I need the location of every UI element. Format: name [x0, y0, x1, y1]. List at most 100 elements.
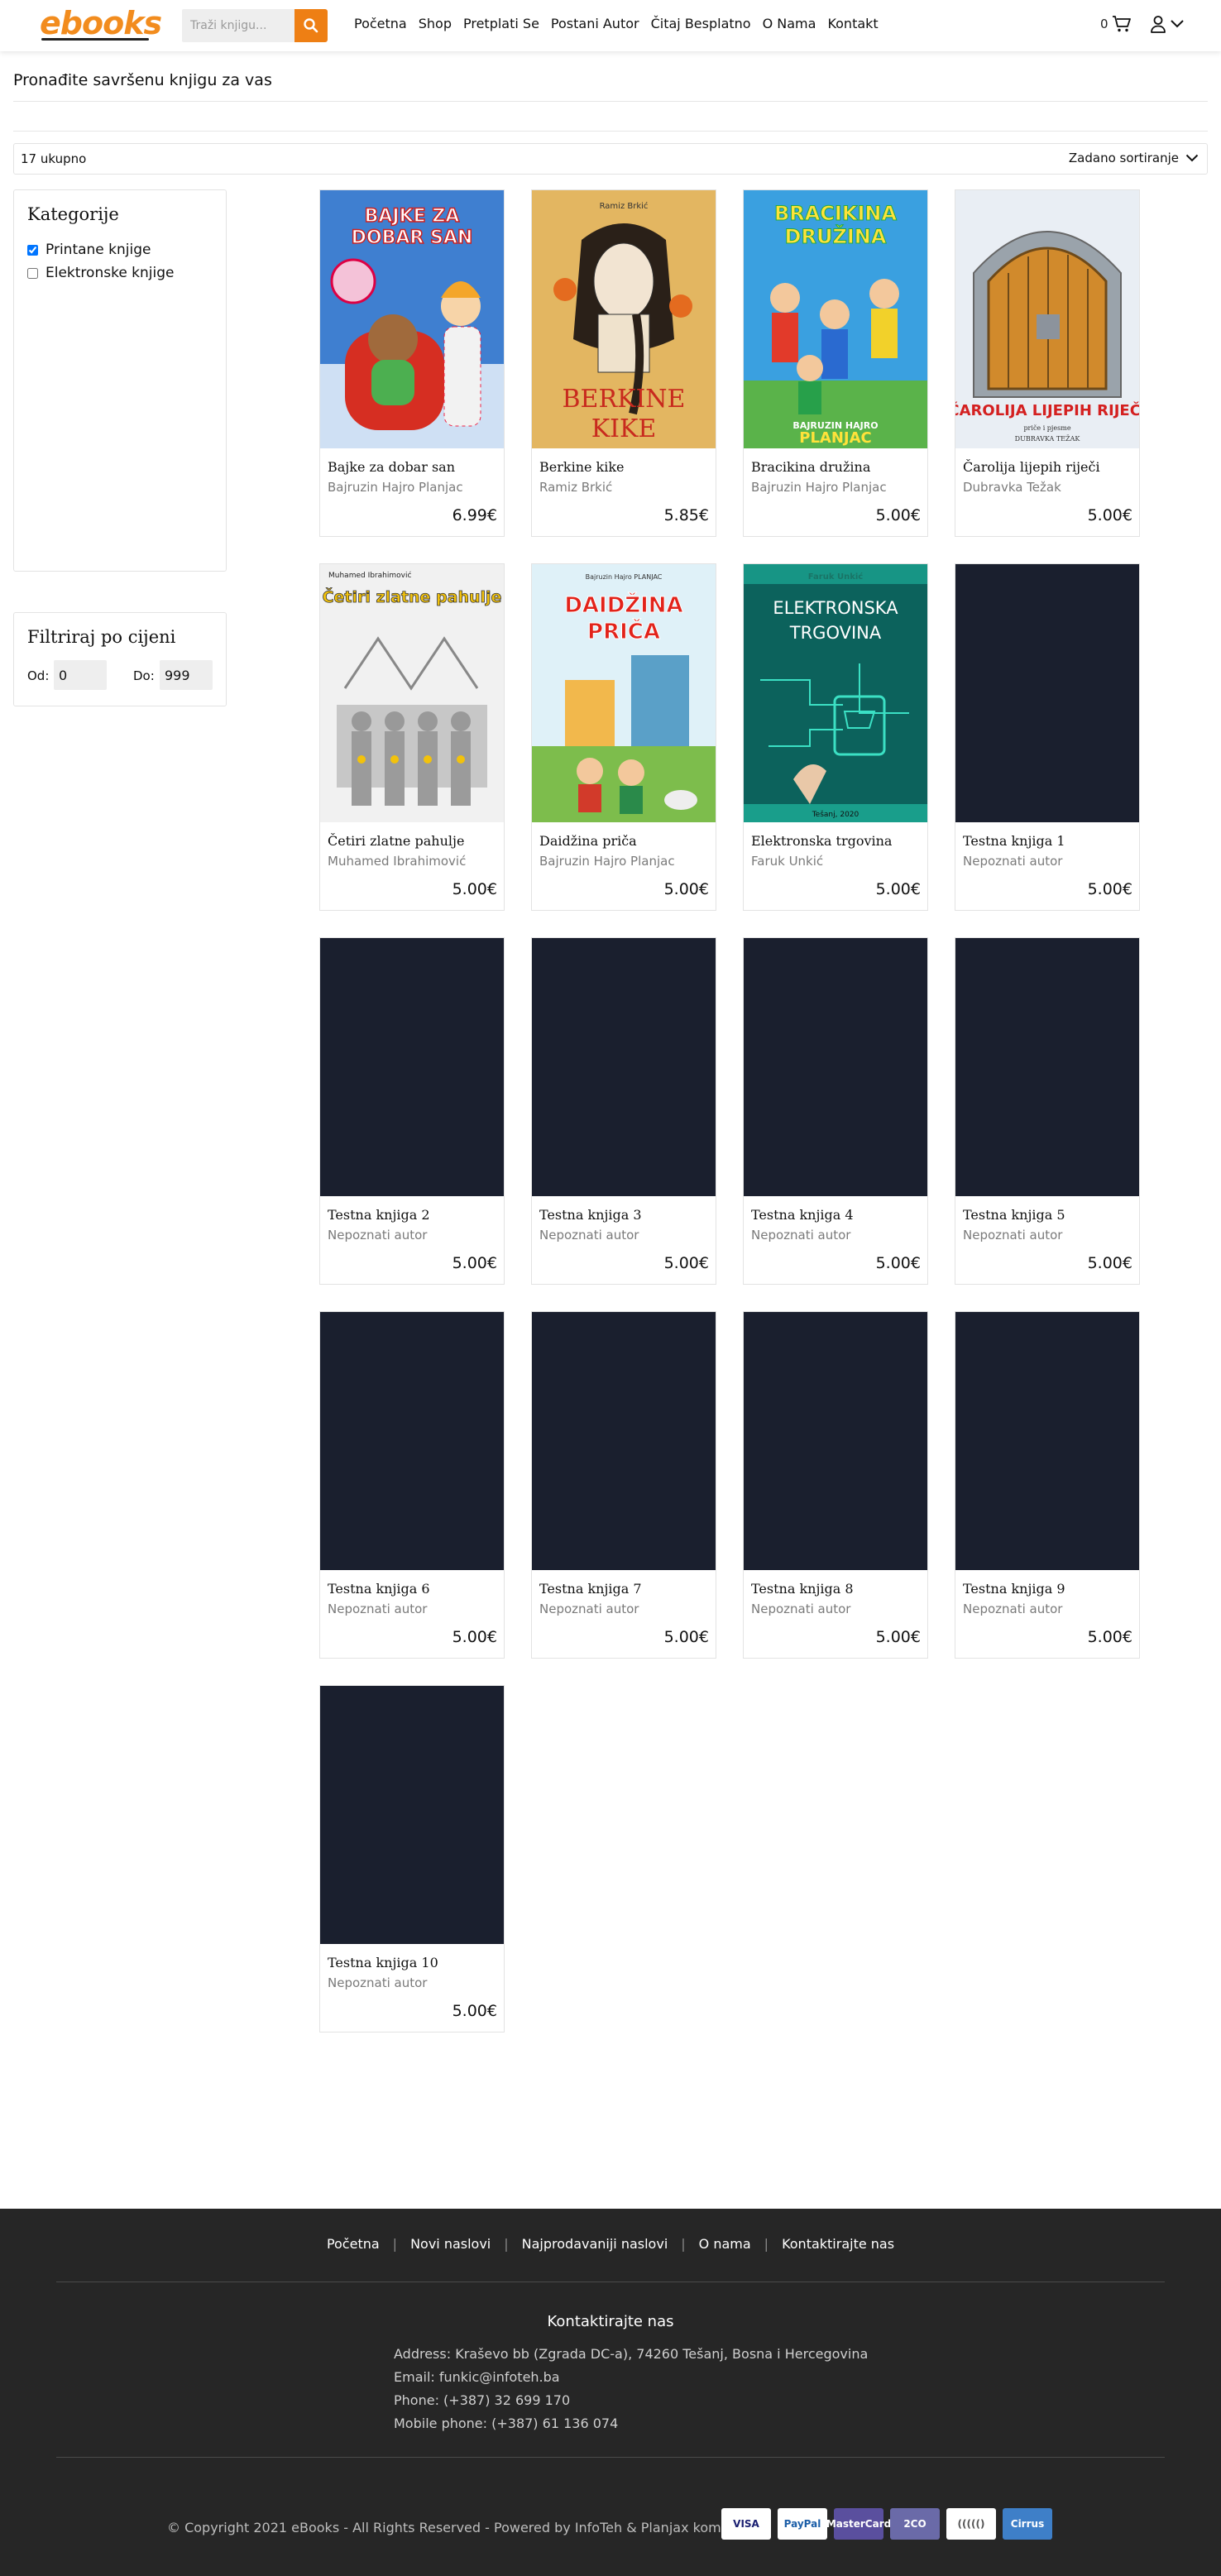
user-menu[interactable] [1150, 15, 1185, 33]
book-title[interactable]: Elektronska trgovina [751, 833, 892, 849]
logo-books: books [60, 5, 162, 41]
divider [13, 101, 1208, 102]
categories-title: Kategorije [27, 204, 119, 224]
cart-icon [1112, 16, 1131, 32]
book-title[interactable]: Čarolija lijepih riječi [963, 459, 1100, 475]
product-card[interactable]: BAJKE ZA DOBAR SAN Bajke za dobar san Baj… [319, 189, 505, 537]
footer-link-najprodavaniji[interactable]: Najprodavaniji naslovi [522, 2236, 668, 2252]
book-cover[interactable]: Faruk Unkić ELEKTRONSKA TRGOVINA Tešanj,… [744, 564, 927, 822]
price-to-label: Do: [133, 668, 155, 683]
nav-citaj-besplatno[interactable]: Čitaj Besplatno [651, 16, 751, 31]
book-price: 5.00€ [663, 880, 709, 898]
book-cover-art: BRACIKINA DRUŽINA BAJRUZIN HAJRO PLANJAC [744, 190, 927, 448]
book-title[interactable]: Testna knjiga 4 [751, 1207, 854, 1223]
book-title[interactable]: Četiri zlatne pahulje [328, 833, 464, 849]
book-price: 5.00€ [452, 2002, 497, 2020]
product-card[interactable]: Testna knjiga 2 Nepoznati autor 5.00€ [319, 937, 505, 1285]
book-cover[interactable] [320, 938, 504, 1196]
product-card[interactable]: Faruk Unkić ELEKTRONSKA TRGOVINA Tešanj,… [743, 563, 928, 911]
category-printane[interactable]: Printane knjige [27, 242, 151, 258]
book-cover[interactable]: Ramiz Brkić BERKINE KIKE [532, 190, 716, 448]
product-card[interactable]: Testna knjiga 5 Nepoznati autor 5.00€ [955, 937, 1140, 1285]
product-card[interactable]: Testna knjiga 10 Nepoznati autor 5.00€ [319, 1685, 505, 2033]
product-card[interactable]: Testna knjiga 4 Nepoznati autor 5.00€ [743, 937, 928, 1285]
nav-postani-autor[interactable]: Postani Autor [551, 16, 639, 31]
nav-o-nama[interactable]: O Nama [763, 16, 816, 31]
footer-link-kontakt[interactable]: Kontaktirajte nas [782, 2236, 894, 2252]
svg-text:Tešanj, 2020: Tešanj, 2020 [812, 810, 859, 819]
book-title[interactable]: Testna knjiga 5 [963, 1207, 1065, 1223]
top-header: ebooks Početna Shop Pretplati Se Postani… [0, 0, 1221, 51]
payment-badge: MasterCard [826, 2508, 891, 2540]
category-elektronske[interactable]: Elektronske knjige [27, 265, 175, 281]
book-cover[interactable] [532, 1312, 716, 1570]
book-title[interactable]: Berkine kike [539, 459, 625, 475]
footer-link-novi-naslovi[interactable]: Novi naslovi [410, 2236, 491, 2252]
book-cover[interactable] [320, 1686, 504, 1944]
book-author: Nepoznati autor [963, 1228, 1063, 1243]
book-title[interactable]: Testna knjiga 8 [751, 1581, 854, 1597]
book-title[interactable]: Testna knjiga 1 [963, 833, 1065, 849]
divider [13, 131, 1208, 132]
book-title[interactable]: Bracikina družina [751, 459, 870, 475]
book-cover[interactable]: BAJKE ZA DOBAR SAN [320, 190, 504, 448]
book-cover[interactable] [532, 938, 716, 1196]
book-author: Nepoznati autor [963, 854, 1063, 869]
book-cover[interactable]: ČAROLIJA LIJEPIH RIJEČI priče i pjesme D… [955, 190, 1139, 448]
svg-text:BAJKE ZA: BAJKE ZA [365, 206, 460, 227]
book-title[interactable]: Testna knjiga 2 [328, 1207, 430, 1223]
book-title[interactable]: Testna knjiga 6 [328, 1581, 430, 1597]
book-cover[interactable] [320, 1312, 504, 1570]
product-card[interactable]: Bajruzin Hajro PLANJAC DAIDŽINA PRIČA Da… [531, 563, 716, 911]
book-title[interactable]: Testna knjiga 10 [328, 1955, 438, 1970]
product-card[interactable]: Testna knjiga 8 Nepoznati autor 5.00€ [743, 1311, 928, 1659]
footer-link-pocetna[interactable]: Početna [327, 2236, 380, 2252]
book-price: 5.00€ [452, 1254, 497, 1272]
product-card[interactable]: Ramiz Brkić BERKINE KIKE Berkine kike Ram… [531, 189, 716, 537]
book-title[interactable]: Bajke za dobar san [328, 459, 455, 475]
book-price: 5.00€ [875, 880, 921, 898]
product-card[interactable]: Testna knjiga 6 Nepoznati autor 5.00€ [319, 1311, 505, 1659]
contact-email: Email: funkic@infoteh.ba [394, 2369, 560, 2385]
book-author: Nepoznati autor [539, 1602, 639, 1616]
book-price: 5.00€ [1087, 506, 1132, 524]
book-title[interactable]: Daidžina priča [539, 833, 637, 849]
search-button[interactable] [294, 9, 328, 42]
book-title[interactable]: Testna knjiga 3 [539, 1207, 642, 1223]
nav-shop[interactable]: Shop [419, 16, 452, 31]
nav-pretplati-se[interactable]: Pretplati Se [463, 16, 539, 31]
book-cover[interactable] [744, 1312, 927, 1570]
book-cover[interactable]: Bajruzin Hajro PLANJAC DAIDŽINA PRIČA [532, 564, 716, 822]
price-to-input[interactable] [160, 660, 213, 690]
product-card[interactable]: Testna knjiga 7 Nepoznati autor 5.00€ [531, 1311, 716, 1659]
book-cover[interactable] [955, 1312, 1139, 1570]
book-cover-art: Faruk Unkić ELEKTRONSKA TRGOVINA Tešanj,… [744, 564, 927, 822]
search-icon [304, 18, 318, 33]
book-cover[interactable]: BRACIKINA DRUŽINA BAJRUZIN HAJRO PLANJAC [744, 190, 927, 448]
book-author: Bajruzin Hajro Planjac [539, 854, 675, 869]
ebooks-logo[interactable]: ebooks [40, 5, 162, 41]
product-card[interactable]: Muhamed Ibrahimović Četiri zlatne pahulj… [319, 563, 505, 911]
product-card[interactable]: ČAROLIJA LIJEPIH RIJEČI priče i pjesme D… [955, 189, 1140, 537]
nav-pocetna[interactable]: Početna [354, 16, 407, 31]
nav-kontakt[interactable]: Kontakt [827, 16, 878, 31]
price-from-input[interactable] [54, 660, 107, 690]
book-cover[interactable] [955, 938, 1139, 1196]
footer-link-o-nama[interactable]: O nama [699, 2236, 751, 2252]
product-card[interactable]: Testna knjiga 1 Nepoznati autor 5.00€ [955, 563, 1140, 911]
book-cover[interactable] [955, 564, 1139, 822]
book-title[interactable]: Testna knjiga 7 [539, 1581, 642, 1597]
book-cover[interactable] [744, 938, 927, 1196]
category-printane-checkbox[interactable] [27, 244, 38, 256]
book-title[interactable]: Testna knjiga 9 [963, 1581, 1065, 1597]
cart-button[interactable]: 0 [1100, 15, 1132, 33]
product-card[interactable]: Testna knjiga 3 Nepoznati autor 5.00€ [531, 937, 716, 1285]
book-cover[interactable]: Muhamed Ibrahimović Četiri zlatne pahulj… [320, 564, 504, 822]
search-input[interactable] [182, 9, 294, 42]
payment-badge: VISA [721, 2508, 771, 2540]
product-card[interactable]: BRACIKINA DRUŽINA BAJRUZIN HAJRO PLANJAC… [743, 189, 928, 537]
product-card[interactable]: Testna knjiga 9 Nepoznati autor 5.00€ [955, 1311, 1140, 1659]
sort-dropdown[interactable]: Zadano sortiranje [1069, 151, 1199, 165]
category-elektronske-checkbox[interactable] [27, 267, 38, 279]
book-author: Nepoznati autor [963, 1602, 1063, 1616]
